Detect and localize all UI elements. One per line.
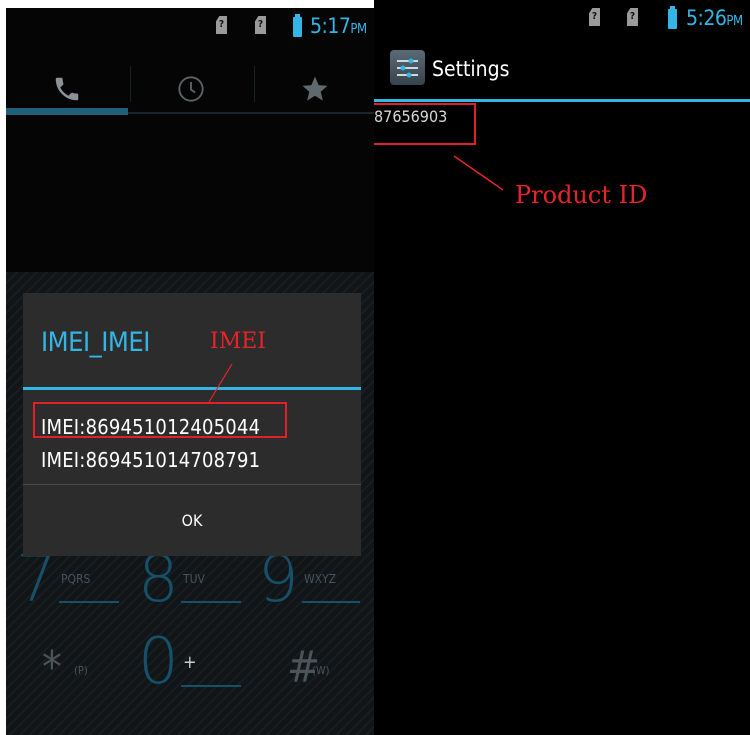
imei-annotation-label: IMEI [210, 329, 266, 354]
imei-annotation-arrow [208, 363, 233, 403]
product-id-annotation [374, 103, 504, 191]
settings-screen: ? ? 5:26PM Settings 87656903 Product ID [374, 0, 750, 735]
product-id-annotation-label: Product ID [515, 181, 648, 209]
dialer-screen: ? ? 5:17PM 7 PQRS 8 TUV 9 WXYZ * (P) 0 +… [6, 8, 374, 735]
